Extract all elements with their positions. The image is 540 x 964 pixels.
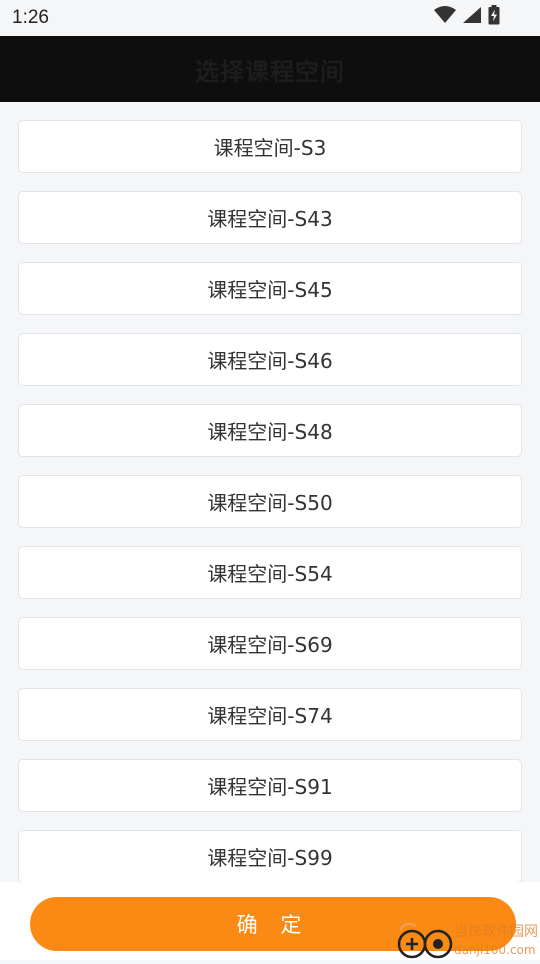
course-space-label: 课程空间-S3 [213,136,327,160]
course-space-item[interactable]: 课程空间-S74 [18,688,522,741]
course-space-list[interactable]: 课程空间-S3 课程空间-S43 课程空间-S45 课程空间-S46 课程空间-… [0,102,540,882]
confirm-button-label: 确 定 [236,913,310,937]
battery-charging-icon [488,5,500,29]
bottom-bar: 确 定 [0,882,540,960]
page-title: 选择课程空间 [195,57,345,86]
course-space-item[interactable]: 课程空间-S50 [18,475,522,528]
course-space-item[interactable]: 课程空间-S54 [18,546,522,599]
cellular-signal-icon [462,6,482,28]
course-space-label: 课程空间-S74 [207,704,333,728]
course-space-item[interactable]: 课程空间-S3 [18,120,522,173]
course-space-label: 课程空间-S54 [207,562,333,586]
course-space-item[interactable]: 课程空间-S48 [18,404,522,457]
course-space-label: 课程空间-S91 [207,775,333,799]
course-space-label: 课程空间-S99 [207,846,333,870]
app-bar: 选择课程空间 [0,36,540,102]
course-space-label: 课程空间-S69 [207,633,333,657]
course-space-item[interactable]: 课程空间-S99 [18,830,522,882]
status-time: 1:26 [12,7,49,28]
course-space-item[interactable]: 课程空间-S46 [18,333,522,386]
course-space-item[interactable]: 课程空间-S91 [18,759,522,812]
course-space-label: 课程空间-S43 [207,207,333,231]
status-icons [434,5,500,29]
wifi-icon [434,6,456,28]
course-space-item[interactable]: 课程空间-S69 [18,617,522,670]
course-space-label: 课程空间-S48 [207,420,333,444]
course-space-label: 课程空间-S50 [207,491,333,515]
status-bar: 1:26 [0,0,540,36]
course-space-item[interactable]: 课程空间-S45 [18,262,522,315]
course-space-item[interactable]: 课程空间-S43 [18,191,522,244]
confirm-button[interactable]: 确 定 [30,897,516,951]
course-space-label: 课程空间-S46 [207,349,333,373]
course-space-label: 课程空间-S45 [207,278,333,302]
